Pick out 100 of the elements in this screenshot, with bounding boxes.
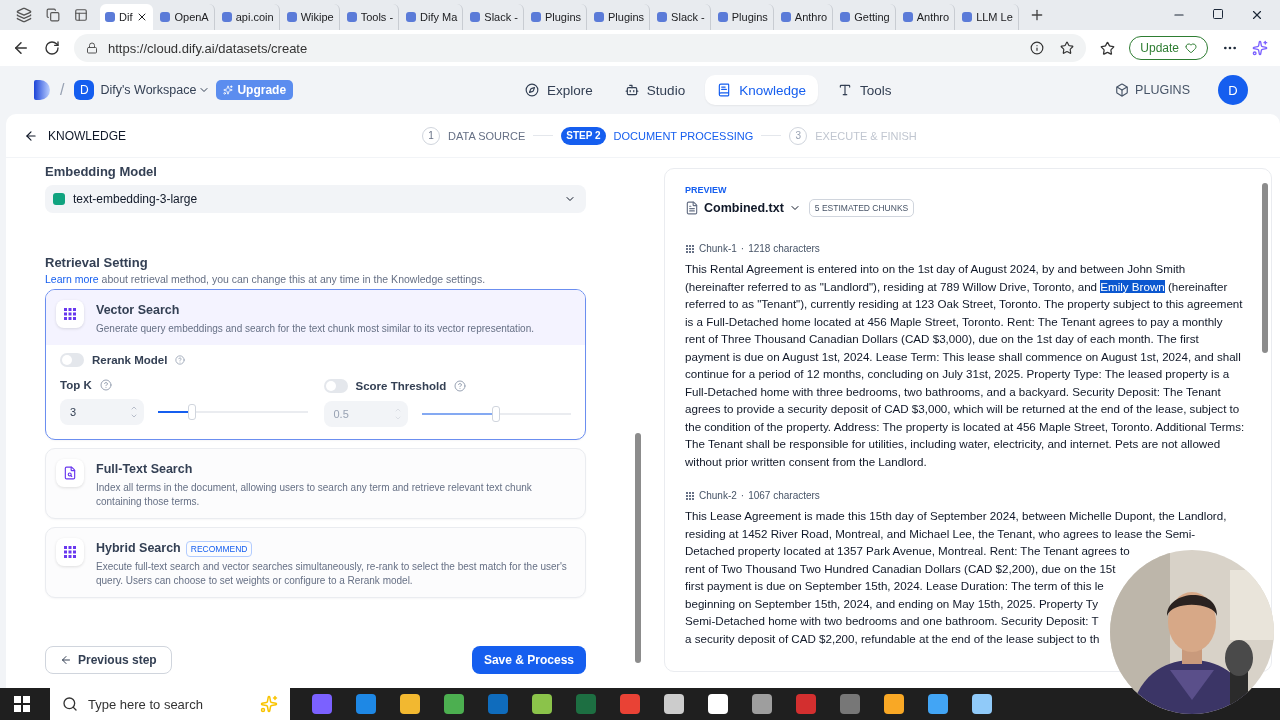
taskbar-app-icon[interactable] (444, 694, 464, 714)
chunk-icon (685, 490, 695, 501)
close-icon[interactable] (1250, 8, 1264, 22)
user-avatar[interactable]: D (1218, 75, 1248, 105)
taskbar-app-icon[interactable] (708, 694, 728, 714)
retrieval-option-card[interactable] (45, 527, 586, 598)
file-selector[interactable]: Combined.txt (685, 201, 801, 215)
tab-favicon-icon (346, 12, 357, 22)
taskbar-app-icon[interactable] (972, 694, 992, 714)
taskbar-app-icon[interactable] (312, 694, 332, 714)
back-icon[interactable] (12, 39, 30, 57)
taskbar-app-icon[interactable] (796, 694, 816, 714)
taskbar-app-icon[interactable] (840, 694, 860, 714)
taskbar-app-icon[interactable] (532, 694, 552, 714)
breadcrumb-separator: / (60, 81, 65, 99)
chunk-text-line: Semi-Detached home with two bedrooms and one bathroom. Security Deposit: T (685, 613, 1100, 629)
rerank-toggle[interactable] (60, 353, 84, 367)
tab-favicon-icon (840, 12, 851, 22)
embedding-model-label: Embedding Model (45, 164, 158, 179)
sparkle-icon (223, 85, 234, 95)
slider-handle[interactable] (492, 406, 501, 422)
retrieval-option-card[interactable]: Full-Text Search Index all terms in the document, allowing users to search any term and retrieve relevant text chunk containing those terms. (45, 448, 586, 519)
previous-step-button[interactable]: Previous step (45, 646, 172, 674)
taskbar-app-icon[interactable] (620, 694, 640, 714)
retrieval-setting-title: Retrieval Setting (45, 255, 149, 270)
top-k-label: Top K (60, 379, 92, 391)
option-description: Execute full-text search and vector searches simultaneously, re-rank to select the best match for the user's query. Users can choose to set weights or configure to a Rerank model. (96, 560, 568, 588)
rerank-label: Rerank Model (92, 354, 168, 366)
maximize-icon[interactable] (1212, 8, 1224, 20)
windows-start-icon[interactable] (14, 696, 30, 712)
taskbar-app-icon[interactable] (928, 694, 948, 714)
separator-dot: · (740, 243, 745, 254)
chunk-title: Chunk-2 (699, 490, 737, 501)
tab-favicon-icon (717, 12, 728, 22)
heart-icon (1185, 42, 1197, 54)
score-threshold-toggle[interactable] (323, 379, 348, 393)
step-label: DATA SOURCE (448, 129, 526, 142)
nav-tab[interactable]: Studio (612, 75, 698, 105)
character-count: 1067 characters (748, 490, 820, 501)
embedding-model-select[interactable]: text-embedding-3-large (45, 185, 586, 213)
tab-favicon-icon (594, 12, 605, 22)
chunk-text-line: rent of Two Thousand Two Hundred Canadian Dollars (CAD $2,200), due on the 15t (685, 560, 1117, 577)
taskbar-app-icon[interactable] (356, 694, 376, 714)
tab-favicon-icon (105, 12, 115, 22)
score-threshold-label: Score Threshold (355, 380, 447, 392)
step-label: DOCUMENT PROCESSING (613, 129, 754, 142)
workspaces-icon[interactable] (46, 8, 60, 22)
taskbar-app-icon[interactable] (400, 694, 420, 714)
app-logo[interactable] (34, 80, 50, 100)
update-button[interactable]: Update (1129, 36, 1208, 60)
option-title: Vector Search (96, 303, 180, 317)
taskbar-app-icon[interactable] (752, 694, 772, 714)
arrow-left-icon (60, 654, 72, 666)
retrieval-description: Learn more about retrieval method, you can change this at any time in the Knowledge settings. (45, 273, 487, 285)
taskbar-search-field[interactable]: Type here to search (50, 688, 290, 720)
retrieval-option-card[interactable]: Vector Search Generate query embeddings and search for the text chunk most similar to its vector representation. Rerank Model Top K 3 Score Threshold 0.5 (45, 289, 586, 440)
plugins-button[interactable]: PLUGINS (1109, 82, 1196, 98)
nav-tab[interactable]: Tools (825, 75, 904, 105)
chunk-text-line: beginning on September 15th, 2024, and ending on May 15th, 2025. Property Ty (685, 595, 1099, 612)
tab-favicon-icon (780, 12, 791, 22)
reload-icon[interactable] (44, 40, 60, 56)
model-logo-icon (53, 193, 65, 205)
option-title: Full-Text Search (96, 462, 193, 476)
tab-actions-icon[interactable] (74, 8, 88, 22)
lock-icon[interactable] (86, 42, 98, 54)
taskbar-app-icon[interactable] (664, 694, 684, 714)
tab-favicon-icon (530, 12, 541, 22)
browser-tab[interactable]: Dif (100, 4, 154, 30)
tab-favicon-icon (221, 12, 232, 22)
tab-favicon-icon (160, 12, 171, 22)
step-number: 3 (789, 126, 808, 145)
character-count: 1218 characters (748, 243, 820, 254)
option-description: Generate query embeddings and search for the text chunk most similar to its vector representation. (96, 322, 534, 336)
workspace-selector[interactable]: Dify's Workspace (94, 83, 217, 97)
chunk-text-line: This Lease Agreement is made this 15th day of September 2024, between Michelle Dupont, the Landlord, (685, 508, 1228, 524)
favorites-icon[interactable] (1100, 40, 1116, 56)
sparkle-icon (260, 695, 278, 713)
option-description: Index all terms in the document, allowing users to search any term and retrieve relevant text chunk containing those terms. (96, 481, 533, 509)
taskbar-app-icon[interactable] (884, 694, 904, 714)
top-k-field[interactable]: 3 (60, 399, 144, 425)
back-link[interactable]: KNOWLEDGE (18, 127, 132, 144)
tab-favicon-icon (902, 12, 913, 22)
chunk-text-line: first payment is due on September 15th, 2024. Lease Duration: The term of this le (685, 578, 1105, 594)
address-bar[interactable]: https://cloud.dify.ai/datasets/create (74, 34, 1087, 62)
chunk-text-line: a security deposit of CAD $2,200, refundable at the end of the lease subject to th (685, 630, 1101, 647)
favorite-icon[interactable] (1060, 41, 1075, 55)
nav-tab[interactable]: Explore (513, 75, 605, 105)
grid-icon (64, 308, 76, 320)
save-process-button[interactable]: Save & Process (471, 646, 586, 674)
tab-favicon-icon (470, 12, 481, 22)
tab-favicon-icon (286, 12, 297, 22)
document-icon (685, 201, 699, 215)
step-label: EXECUTE & FINISH (815, 129, 917, 142)
nav-tab[interactable]: Knowledge (705, 75, 818, 105)
slider-handle[interactable] (188, 404, 197, 420)
taskbar-app-icon[interactable] (488, 694, 508, 714)
sparkle-icon[interactable] (1252, 40, 1268, 56)
compass-icon (525, 83, 540, 97)
tab-favicon-icon (657, 12, 668, 22)
learn-more-link[interactable]: Learn more (45, 273, 99, 285)
